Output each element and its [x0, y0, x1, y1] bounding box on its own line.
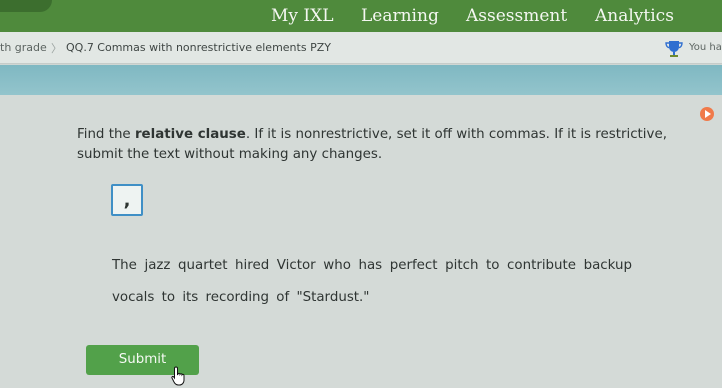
sentence-line-2[interactable]: vocals to its recording of "Stardust." — [112, 290, 369, 305]
question-instructions: Find the relative clause. If it is nonre… — [77, 125, 697, 165]
breadcrumb-skill: QQ.7 Commas with nonrestrictive elements… — [66, 41, 331, 54]
play-icon[interactable] — [700, 107, 714, 121]
score-text: You hav — [689, 42, 722, 53]
sentence-line-1[interactable]: The jazz quartet hired Victor who has pe… — [112, 258, 632, 273]
ixl-logo[interactable] — [0, 0, 52, 12]
hand-cursor-icon — [171, 366, 185, 386]
trophy-icon[interactable] — [664, 40, 684, 58]
breadcrumb-grade[interactable]: th grade — [0, 41, 47, 54]
comma-tile[interactable]: , — [111, 184, 143, 216]
breadcrumb: th grade 〉 QQ.7 Commas with nonrestricti… — [0, 32, 722, 64]
nav-my-ixl[interactable]: My IXL — [271, 4, 334, 28]
top-nav: My IXL Learning Assessment Analytics — [0, 0, 722, 32]
breadcrumb-separator: 〉 — [51, 42, 62, 55]
nav-assessment[interactable]: Assessment — [466, 4, 567, 28]
nav-analytics[interactable]: Analytics — [595, 4, 674, 28]
instruction-text: Find the — [77, 127, 135, 142]
teal-header-band — [0, 65, 722, 95]
nav-learning[interactable]: Learning — [361, 4, 439, 28]
instruction-bold-term: relative clause — [134, 127, 246, 142]
